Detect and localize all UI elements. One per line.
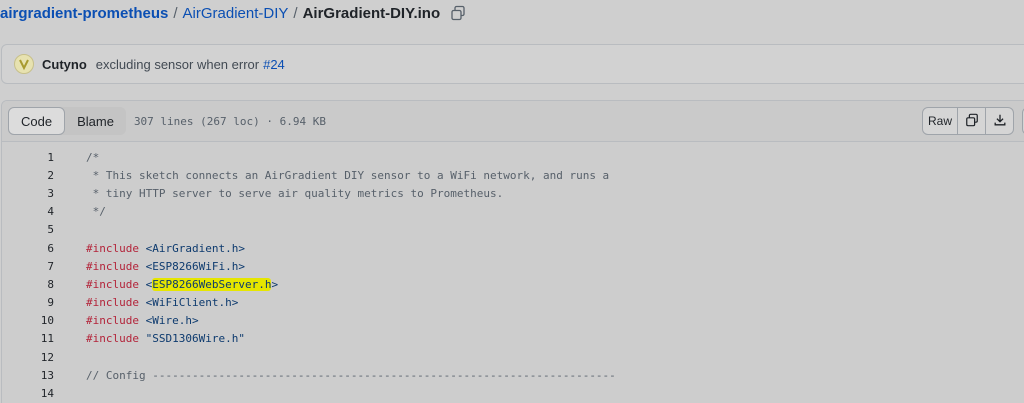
breadcrumb-repo-link[interactable]: airgradient-prometheus: [0, 5, 168, 22]
line-number[interactable]: 5: [2, 223, 54, 236]
code-token: // Config ------------------------------…: [86, 368, 616, 382]
code-line: 1 /*: [2, 148, 1024, 166]
line-number[interactable]: 9: [2, 296, 54, 309]
line-number[interactable]: 14: [2, 387, 54, 400]
line-source: #include <ESP8266WiFi.h>: [86, 260, 245, 273]
code-line: 3 * tiny HTTP server to serve air qualit…: [2, 184, 1024, 202]
line-source: #include <Wire.h>: [86, 314, 199, 327]
line-source: */: [86, 205, 106, 218]
copy-path-icon[interactable]: [450, 5, 466, 21]
code-token: #include: [86, 241, 139, 255]
code-line: 11 #include "SSD1306Wire.h": [2, 330, 1024, 348]
code-token: >: [271, 277, 279, 291]
tab-blame[interactable]: Blame: [65, 107, 126, 135]
file-view-page: airgradient-prometheus / AirGradient-DIY…: [0, 0, 1024, 403]
commit-message[interactable]: excluding sensor when error: [96, 57, 259, 72]
code-token: */: [86, 205, 106, 219]
line-source: #include <WiFiClient.h>: [86, 296, 238, 309]
tab-code[interactable]: Code: [8, 107, 66, 135]
breadcrumb-separator: /: [173, 4, 178, 22]
download-button[interactable]: [986, 107, 1014, 135]
breadcrumb-dir-link[interactable]: AirGradient-DIY: [183, 5, 289, 22]
code-line: 14: [2, 384, 1024, 402]
breadcrumb-file-name: AirGradient-DIY.ino: [302, 4, 441, 22]
line-number[interactable]: 8: [2, 278, 54, 291]
line-source: // Config ------------------------------…: [86, 369, 616, 382]
raw-button[interactable]: Raw: [922, 107, 958, 135]
line-number[interactable]: 6: [2, 242, 54, 255]
line-number[interactable]: 10: [2, 314, 54, 327]
file-meta: 307 lines (267 loc) · 6.94 KB: [133, 114, 326, 128]
line-source: * This sketch connects an AirGradient DI…: [86, 168, 610, 182]
commit-author-link[interactable]: Cutyno: [42, 57, 87, 72]
code-line: 5: [2, 221, 1024, 239]
breadcrumb: airgradient-prometheus / AirGradient-DIY…: [0, 2, 466, 24]
line-number[interactable]: 13: [2, 369, 54, 382]
avatar[interactable]: [14, 54, 34, 74]
code-line: 10 #include <Wire.h>: [2, 312, 1024, 330]
code-line: 9 #include <WiFiClient.h>: [2, 294, 1024, 312]
code-listing[interactable]: 1 /* 2 * This sketch connects an AirGradie…: [2, 148, 1024, 403]
code-token: <WiFiClient.h>: [138, 296, 239, 310]
code-token: * This sketch connects an AirGradient DI…: [86, 168, 610, 182]
line-source: #include <AirGradient.h>: [86, 242, 245, 255]
line-source: #include "SSD1306Wire.h": [86, 332, 245, 345]
download-icon: [993, 113, 1007, 130]
copy-icon: [965, 113, 979, 130]
code-line: 13 // Config ----------------------------…: [2, 366, 1024, 384]
line-number[interactable]: 1: [2, 151, 54, 164]
highlighted-token: ESP8266WebServer.h: [152, 277, 272, 291]
file-actions: Raw: [922, 107, 1024, 135]
code-line: 12: [2, 348, 1024, 366]
code-token: /*: [86, 150, 100, 164]
code-token: #include: [86, 332, 139, 346]
view-toggle: Code Blame: [8, 107, 126, 135]
line-source: #include <ESP8266WebServer.h>: [86, 277, 279, 291]
copy-raw-button[interactable]: [958, 107, 986, 135]
breadcrumb-separator: /: [293, 4, 298, 22]
code-token: <AirGradient.h>: [138, 241, 245, 255]
line-number[interactable]: 4: [2, 205, 54, 218]
code-line: 8 #include <ESP8266WebServer.h>: [2, 275, 1024, 293]
line-number[interactable]: 2: [2, 169, 54, 182]
line-source: /*: [86, 151, 99, 164]
code-token: <ESP8266WiFi.h>: [138, 259, 245, 273]
line-number[interactable]: 3: [2, 187, 54, 200]
commit-pr-link[interactable]: #24: [263, 57, 285, 72]
line-source: * tiny HTTP server to serve air quality …: [86, 186, 504, 200]
code-line: 6 #include <AirGradient.h>: [2, 239, 1024, 257]
line-number[interactable]: 7: [2, 260, 54, 273]
code-line: 2 * This sketch connects an AirGradient …: [2, 166, 1024, 184]
line-number[interactable]: 11: [2, 332, 54, 345]
code-token: "SSD1306Wire.h": [138, 332, 245, 346]
code-token: * tiny HTTP server to serve air quality …: [86, 186, 504, 200]
code-token: #include: [86, 314, 139, 328]
code-token: #include: [86, 296, 139, 310]
code-token: #include: [86, 259, 139, 273]
code-token: <: [138, 277, 153, 291]
code-token: <Wire.h>: [138, 314, 199, 328]
line-number[interactable]: 12: [2, 351, 54, 364]
code-token: #include: [86, 277, 139, 291]
code-line: 7 #include <ESP8266WiFi.h>: [2, 257, 1024, 275]
code-line: 4 */: [2, 203, 1024, 221]
latest-commit-bar: Cutyno excluding sensor when error #24: [1, 44, 1024, 84]
file-header: Code Blame 307 lines (267 loc) · 6.94 KB…: [2, 101, 1024, 142]
file-viewer: Code Blame 307 lines (267 loc) · 6.94 KB…: [1, 100, 1024, 403]
